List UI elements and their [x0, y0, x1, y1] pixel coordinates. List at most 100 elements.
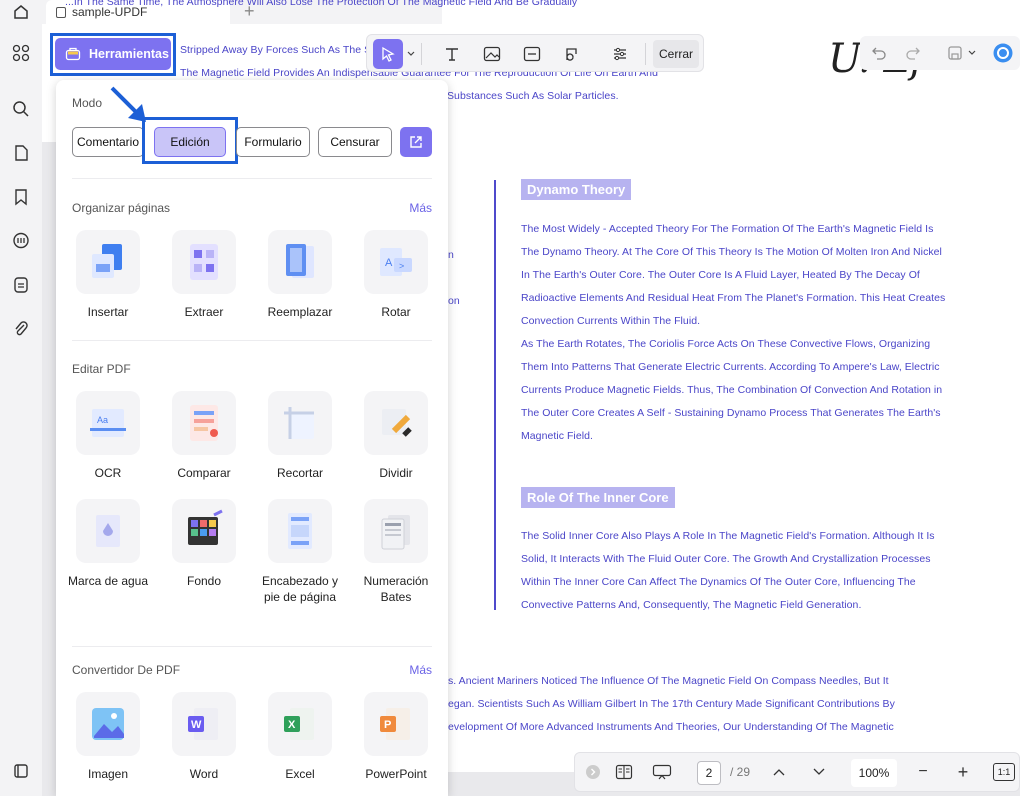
redo-icon[interactable]	[898, 38, 928, 68]
tool-watermark[interactable]: Marca de agua	[66, 499, 150, 589]
chevron-down-icon[interactable]	[405, 39, 417, 69]
doc-line: The Solid Inner Core Also Plays A Role I…	[521, 530, 935, 542]
doc-line: s. Ancient Mariners Noticed The Influenc…	[448, 675, 889, 687]
doc-line: Currents Produce Magnetic Fields. Thus, …	[521, 384, 943, 396]
zoom-out-icon[interactable]: −	[911, 753, 935, 791]
text-tool-icon[interactable]	[437, 39, 467, 69]
doc-line: Radioactive Elements And Residual Heat F…	[521, 292, 946, 304]
right-toolbar	[860, 36, 1020, 70]
doc-line: Magnetic Field.	[521, 430, 593, 442]
doc-line: As The Earth Rotates, The Coriolis Force…	[521, 338, 931, 350]
tool-header-footer[interactable]: Encabezado y pie de página	[258, 499, 342, 605]
undo-icon[interactable]	[864, 38, 894, 68]
toolbar-divider	[421, 43, 422, 65]
doc-line: The Dynamo Theory. At The Core Of This T…	[521, 246, 942, 258]
tool-rotate[interactable]: A > Rotar	[354, 230, 438, 320]
doc-fragment: n	[448, 249, 454, 261]
tool-extract[interactable]: Extraer	[162, 230, 246, 320]
doc-line: In The Earth's Outer Core. The Outer Cor…	[521, 269, 920, 281]
tool-convert-word[interactable]: W Word	[162, 692, 246, 782]
image-tool-icon[interactable]	[477, 39, 507, 69]
bookmark-icon[interactable]	[10, 186, 32, 208]
tool-split[interactable]: Dividir	[354, 391, 438, 481]
tool-crop[interactable]: Recortar	[258, 391, 342, 481]
ai-assistant-icon[interactable]	[988, 38, 1018, 68]
tool-label: Rotar	[381, 305, 411, 319]
layers-icon[interactable]	[10, 760, 32, 782]
zoom-level[interactable]: 100%	[851, 759, 897, 787]
tool-label: Numeración Bates	[363, 574, 429, 604]
doc-line: Within The Inner Core Can Affect The Dyn…	[521, 576, 916, 588]
apps-grid-icon[interactable]	[10, 42, 32, 64]
properties-icon[interactable]	[605, 39, 635, 69]
tool-label: Imagen	[87, 767, 129, 781]
share-button[interactable]	[400, 127, 432, 157]
tool-insert[interactable]: Insertar	[66, 230, 150, 320]
rotate-pages-icon: A >	[364, 230, 428, 294]
stamp-icon[interactable]	[10, 274, 32, 296]
doc-line: Them Into Patterns That Generate Electri…	[521, 361, 940, 373]
tool-compare[interactable]: Comparar	[162, 391, 246, 481]
excel-file-icon: X	[268, 692, 332, 756]
watermark-tool-icon[interactable]	[557, 39, 587, 69]
zoom-in-icon[interactable]: +	[951, 753, 975, 791]
page-view-icon[interactable]	[611, 753, 637, 791]
svg-text:X: X	[288, 719, 296, 731]
chevron-up-icon[interactable]	[767, 753, 791, 791]
tool-convert-image[interactable]: Imagen	[66, 692, 150, 782]
presentation-icon[interactable]	[649, 753, 675, 791]
header-footer-icon	[268, 499, 332, 563]
tool-convert-excel[interactable]: X Excel	[258, 692, 342, 782]
doc-line: ...In The Same Time, The Atmosphere Will…	[65, 0, 578, 8]
collapse-icon[interactable]	[583, 753, 603, 791]
highlight-box	[50, 33, 176, 76]
mode-heading: Modo	[72, 96, 103, 110]
doc-line: The Most Widely - Accepted Theory For Th…	[521, 223, 934, 235]
link-tool-icon[interactable]	[517, 39, 547, 69]
home-icon[interactable]	[10, 2, 32, 22]
background-icon	[172, 499, 236, 563]
pointer-arrow	[110, 86, 146, 122]
pages-icon[interactable]	[10, 142, 32, 164]
close-edit-button[interactable]: Cerrar	[653, 40, 699, 68]
powerpoint-file-icon: P	[364, 692, 428, 756]
insert-pages-icon	[76, 230, 140, 294]
page-number-input[interactable]: 2	[697, 761, 721, 785]
doc-line: evelopment Of More Advanced Instruments …	[448, 721, 894, 733]
tool-label: Recortar	[276, 466, 323, 480]
replace-pages-icon	[268, 230, 332, 294]
word-file-icon: W	[172, 692, 236, 756]
mode-form-button[interactable]: Formulario	[236, 127, 310, 157]
tool-ocr[interactable]: Aa OCR	[66, 391, 150, 481]
page-navigation-bar: 2 / 29 100% − + 1:1	[574, 752, 1020, 792]
tool-label: Dividir	[379, 466, 413, 480]
panel-divider	[72, 340, 432, 341]
search-icon[interactable]	[10, 98, 32, 120]
split-icon	[364, 391, 428, 455]
tool-bates[interactable]: Numeración Bates	[354, 499, 438, 605]
chevron-down-icon[interactable]	[966, 38, 978, 68]
tool-convert-powerpoint[interactable]: P PowerPoint	[354, 692, 438, 782]
svg-text:P: P	[384, 719, 391, 731]
compare-icon	[172, 391, 236, 455]
image-file-icon	[76, 692, 140, 756]
watermark-icon	[76, 499, 140, 563]
svg-text:A: A	[385, 257, 393, 269]
attachment-icon[interactable]	[10, 318, 32, 340]
doc-line: Convection Currents Within The Fluid.	[521, 315, 701, 327]
tool-background[interactable]: Fondo	[162, 499, 246, 589]
actual-size-button[interactable]: 1:1	[993, 763, 1015, 781]
comments-icon[interactable]	[10, 230, 32, 252]
tool-replace[interactable]: Reemplazar	[258, 230, 342, 320]
svg-text:>: >	[399, 261, 404, 271]
tool-label: Insertar	[87, 305, 129, 319]
document-icon	[56, 6, 66, 18]
more-organize-link[interactable]: Más	[409, 201, 432, 215]
chevron-down-icon[interactable]	[807, 753, 831, 791]
more-convert-link[interactable]: Más	[409, 663, 432, 677]
select-cursor-icon[interactable]	[373, 39, 403, 69]
mode-redact-button[interactable]: Censurar	[318, 127, 392, 157]
page-total: / 29	[729, 765, 750, 779]
section-heading-edit: Editar PDF	[72, 362, 131, 376]
extract-pages-icon	[172, 230, 236, 294]
